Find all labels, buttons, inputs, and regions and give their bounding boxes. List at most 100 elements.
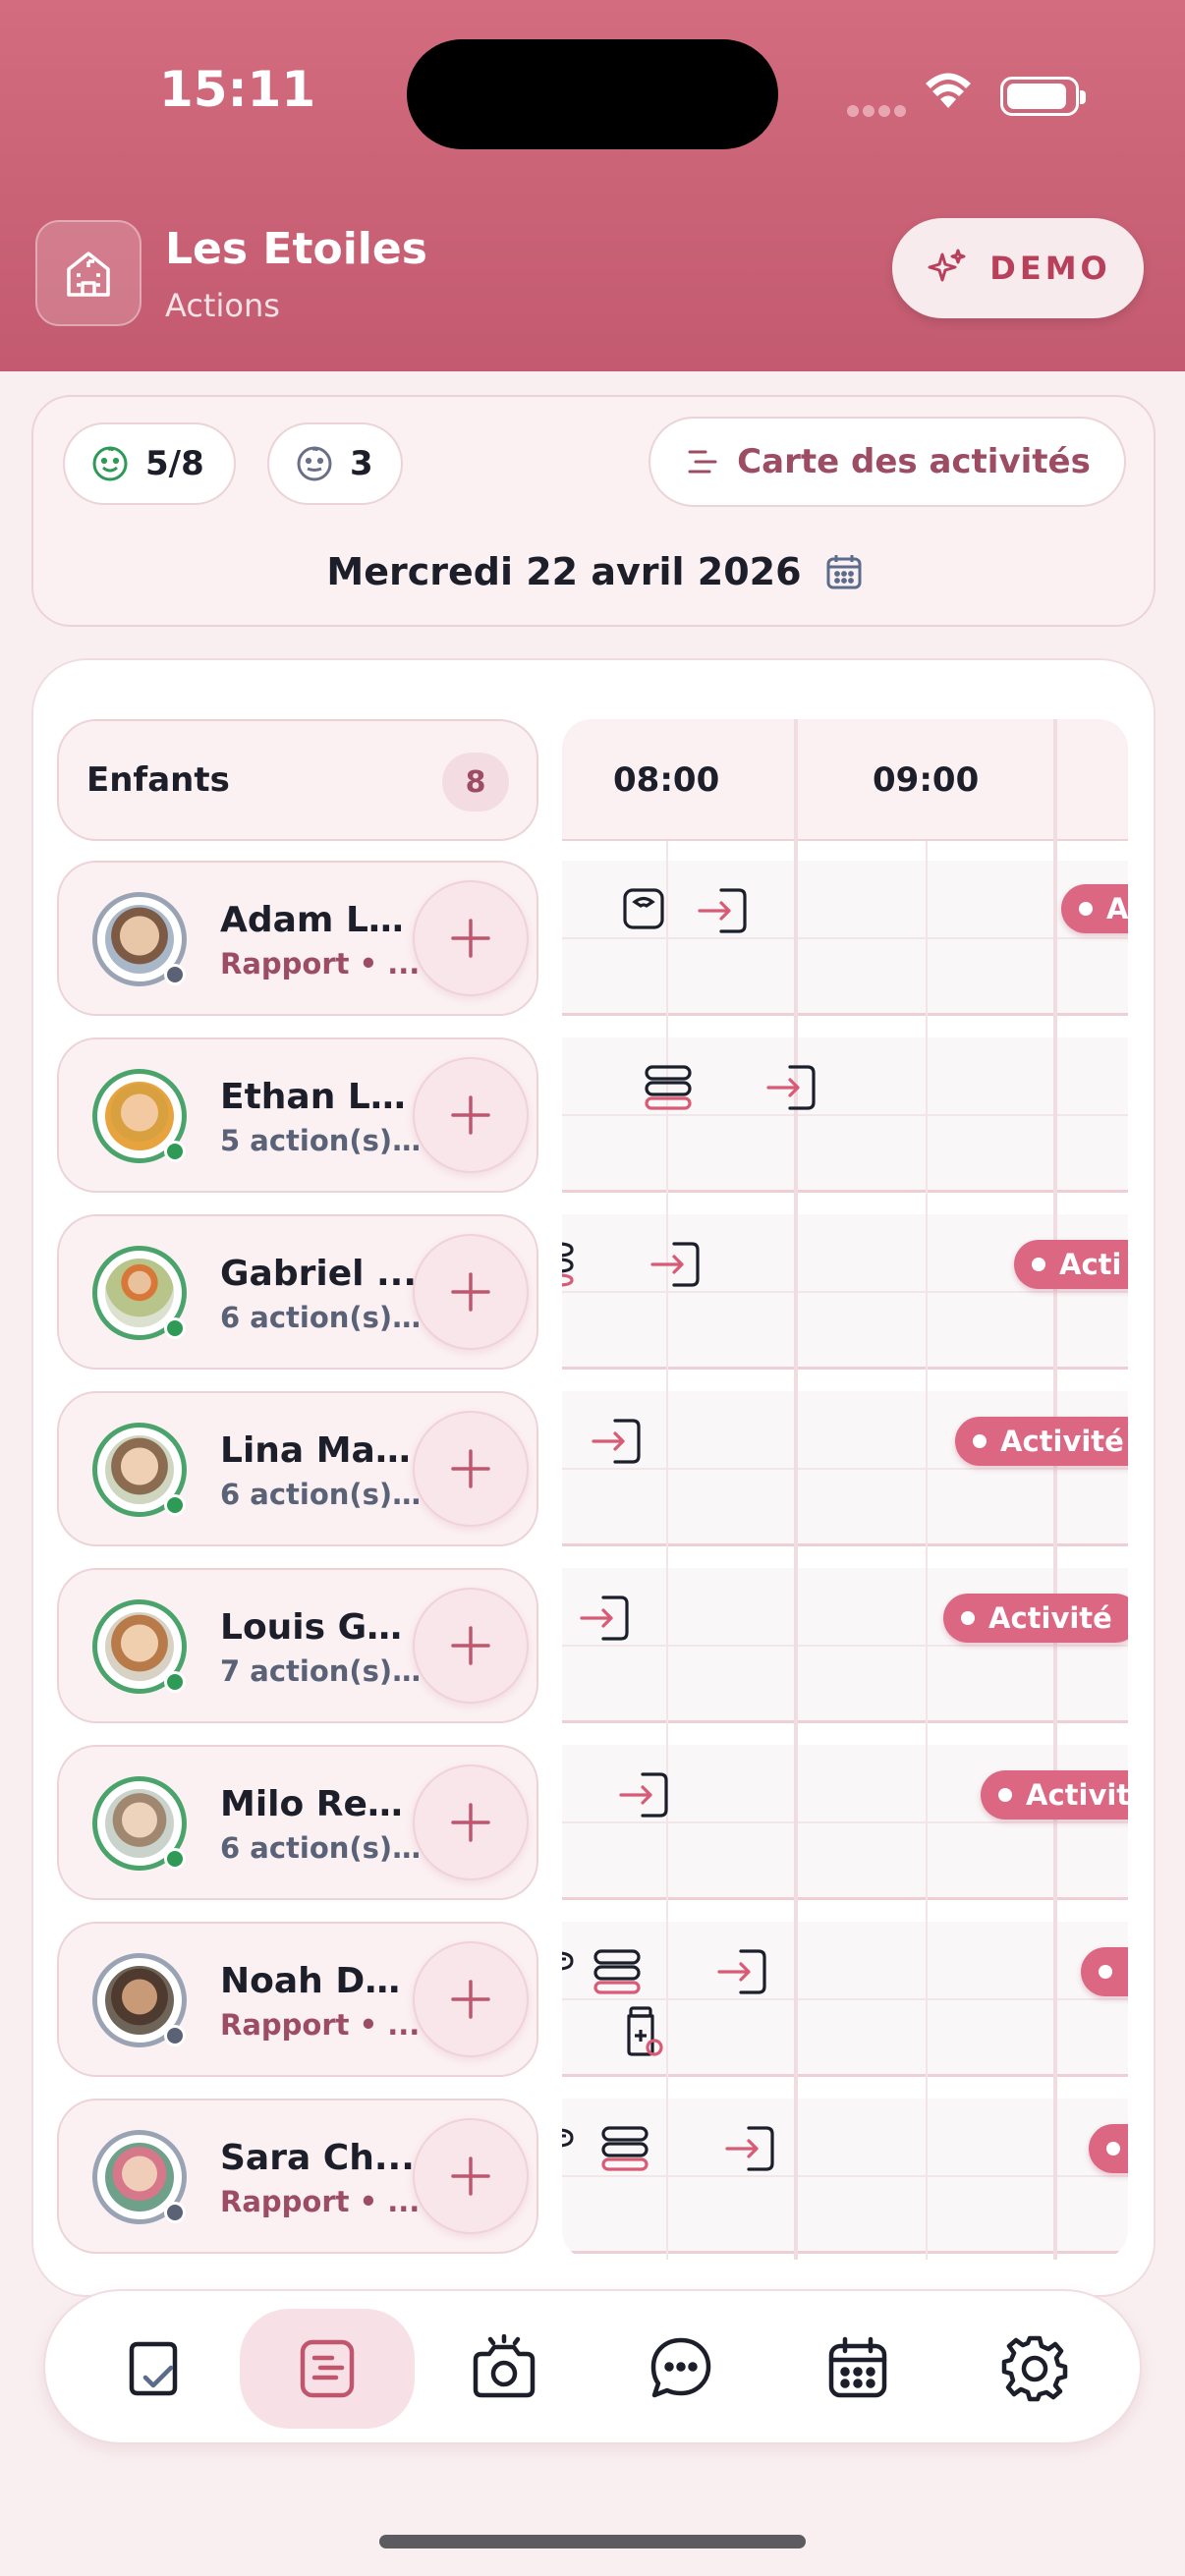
school-building-icon[interactable] [35,220,141,326]
child-row[interactable]: Adam La... Rapport • ... [57,861,538,1016]
child-summary: 7 action(s)... [220,1654,423,1688]
plus-icon [451,1095,490,1135]
meal-icon[interactable] [599,2124,650,2173]
activity-badge[interactable]: Activit [981,1770,1128,1820]
children-list-header: Enfants 8 [57,719,538,841]
activity-badge-label: Acti [1059,1248,1122,1281]
absent-count: 3 [350,444,373,483]
demo-button[interactable]: DEMO [892,218,1144,318]
home-indicator[interactable] [379,2535,806,2548]
battery-icon [1000,77,1086,116]
sleep-icon[interactable] [562,1947,578,1992]
child-name: Ethan Le... [220,1077,423,1117]
nav-settings[interactable] [947,2309,1122,2429]
timeline-header: 08:00 09:00 [562,719,1128,841]
present-children-pill[interactable]: 5/8 [63,422,236,505]
nav-messages[interactable] [593,2309,768,2429]
plus-icon [451,1803,490,1842]
school-name: Les Etoiles [165,224,427,274]
meal-icon[interactable] [643,1063,694,1112]
avatar [92,1423,187,1517]
add-action-button[interactable] [413,1234,529,1350]
activity-map-button[interactable]: Carte des activités [649,417,1126,507]
activity-badge[interactable]: A [1061,884,1128,933]
check-in-icon[interactable] [723,2124,776,2173]
child-row[interactable]: Lina Mar... 6 action(s)... [57,1391,538,1546]
add-action-button[interactable] [413,1411,529,1527]
medicine-icon[interactable] [621,2006,664,2057]
meal-icon[interactable] [562,1238,580,1289]
activity-badge-label: A [1106,892,1128,925]
nav-checklist[interactable] [65,2309,240,2429]
grid-line [926,841,928,2260]
add-action-button[interactable] [413,1588,529,1704]
add-action-button[interactable] [413,1057,529,1173]
demo-label: DEMO [989,250,1111,287]
timeline-row [562,861,1128,1016]
check-in-icon[interactable] [590,1417,643,1466]
activity-badge[interactable]: Activité [943,1594,1128,1643]
child-summary: 5 action(s)... [220,1124,423,1157]
add-action-button[interactable] [413,2118,529,2234]
child-row[interactable]: Milo Ren... 6 action(s)... [57,1745,538,1900]
checklist-icon [129,2341,178,2396]
camera-icon [473,2334,536,2398]
add-action-button[interactable] [413,1941,529,2057]
check-in-icon[interactable] [617,1770,670,1820]
absent-status-dot [164,2025,186,2046]
absent-children-pill[interactable]: 3 [267,422,403,505]
child-summary: Rapport • ... [220,2008,421,2042]
check-in-icon[interactable] [649,1240,702,1289]
app-header: 15:11 Les Etoiles Actions DEMO [0,0,1185,371]
add-action-button[interactable] [413,880,529,996]
absent-status-dot [164,2202,186,2223]
check-in-icon[interactable] [715,1947,768,1996]
cellular-signal-icon [847,102,910,121]
weight-scale-icon[interactable] [621,886,666,931]
activity-badge-label: Activité [988,1601,1112,1635]
wifi-icon [926,73,971,108]
child-row[interactable]: Sara Ch... Rapport • ... [57,2099,538,2254]
child-name: Louis Ga... [220,1607,423,1648]
activity-list-icon [688,450,717,474]
activity-badge[interactable]: Activité [955,1417,1128,1466]
current-date: Mercredi 22 avril 2026 [326,550,802,593]
hour-label: 08:00 [613,760,720,800]
present-status-dot [164,1141,186,1162]
child-row[interactable]: Noah Du... Rapport • ... [57,1922,538,2077]
check-in-icon[interactable] [764,1063,818,1112]
avatar [92,1953,187,2047]
child-row[interactable]: Ethan Le... 5 action(s)... [57,1037,538,1193]
plus-icon [451,1980,490,2019]
status-time: 15:11 [159,61,316,118]
activity-badge-label: Activité [1000,1425,1124,1458]
child-name: Adam La... [220,900,423,940]
check-in-icon[interactable] [578,1594,631,1643]
activity-badge[interactable]: Acti [1014,1240,1128,1289]
child-name: Noah Du... [220,1961,423,2001]
nav-photos[interactable] [417,2309,592,2429]
activity-timeline[interactable]: 08:00 09:00 A Acti Activité Activité Act… [562,719,1128,2260]
plus-icon [451,1626,490,1665]
check-in-icon[interactable] [696,886,749,935]
avatar [92,1246,187,1340]
activity-badge[interactable] [1081,1947,1128,1996]
timeline-row [562,2099,1128,2254]
date-selector[interactable]: Mercredi 22 avril 2026 [33,542,1157,601]
child-row[interactable]: Gabriel ... 6 action(s)... [57,1214,538,1370]
calendar-icon [826,555,862,589]
dynamic-island [407,39,778,149]
nav-calendar[interactable] [770,2309,945,2429]
add-action-button[interactable] [413,1764,529,1880]
summary-card: 5/8 3 Carte des activités Mercredi 22 av… [31,395,1156,627]
sleep-icon[interactable] [562,2124,578,2169]
meal-icon[interactable] [592,1947,643,1996]
nav-timeline[interactable] [240,2309,415,2429]
timeline-icon [300,2339,355,2398]
child-summary: 6 action(s)... [220,1831,423,1865]
timeline-row [562,1037,1128,1193]
avatar [92,1069,187,1163]
child-row[interactable]: Louis Ga... 7 action(s)... [57,1568,538,1723]
happy-face-icon [92,446,128,481]
child-summary: 6 action(s)... [220,1301,423,1334]
